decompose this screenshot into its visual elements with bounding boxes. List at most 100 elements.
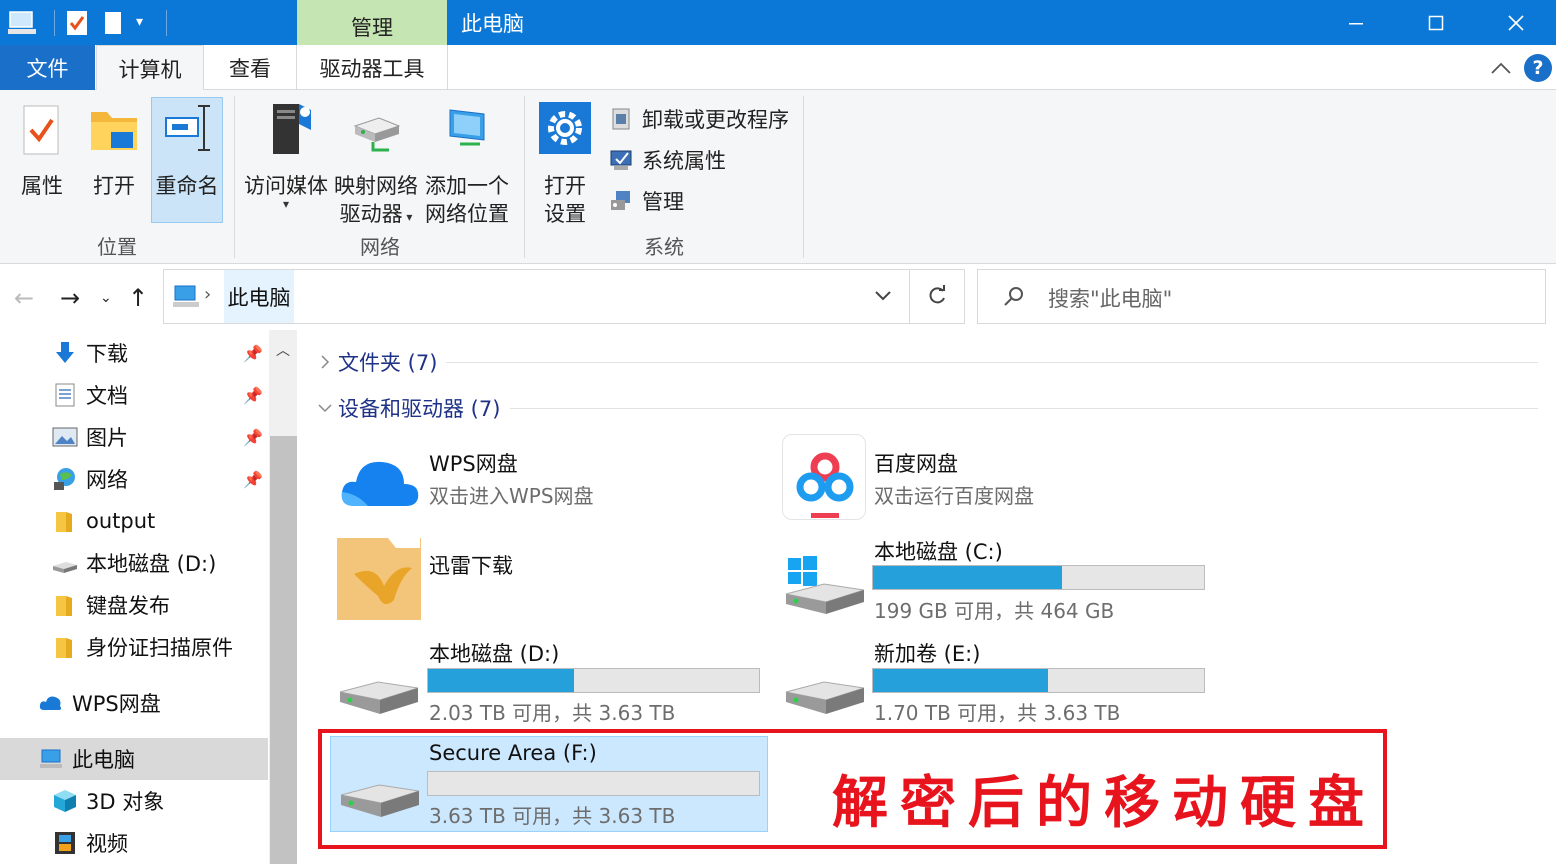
properties-check-icon[interactable] — [66, 10, 88, 36]
context-tab-label: 管理 — [351, 16, 393, 40]
tab-file[interactable]: 文件 — [0, 45, 95, 91]
hard-drive-icon — [339, 681, 419, 714]
computer-icon[interactable] — [8, 10, 38, 36]
sidebar-item-network[interactable]: 网络 📌 — [0, 458, 268, 500]
this-pc-icon — [38, 746, 64, 772]
rename-icon — [160, 96, 214, 172]
rename-button[interactable]: 重命名 — [151, 96, 223, 224]
section-divider — [510, 408, 1538, 409]
wps-cloud-icon — [341, 461, 419, 506]
baidu-netdisk-tile[interactable]: 百度网盘 双击运行百度网盘 — [776, 434, 1212, 524]
window-title: 此电脑 — [461, 12, 524, 36]
customize-toolbar-icon[interactable]: ▾ — [136, 14, 143, 30]
pin-icon[interactable]: 📌 — [243, 344, 263, 363]
search-box[interactable]: 搜索"此电脑" — [977, 269, 1546, 324]
close-button[interactable] — [1476, 0, 1556, 45]
chevron-down-icon — [318, 404, 332, 413]
tab-computer[interactable]: 计算机 — [96, 45, 204, 91]
refresh-icon[interactable] — [926, 285, 948, 307]
media-server-icon — [259, 96, 313, 172]
sidebar-item-documents[interactable]: 文档 📌 — [0, 374, 268, 416]
cloud-icon — [38, 690, 64, 716]
pin-icon[interactable]: 📌 — [243, 386, 263, 405]
help-button[interactable]: ? — [1524, 54, 1552, 82]
sidebar-item-wps-cloud[interactable]: WPS网盘 — [0, 682, 268, 724]
manage-button[interactable]: 管理 — [608, 183, 684, 219]
uninstall-program-button[interactable]: 卸载或更改程序 — [608, 101, 789, 137]
arrow-left-icon: ← — [14, 284, 35, 312]
minimize-button[interactable] — [1316, 0, 1396, 45]
sidebar-item-3d-objects[interactable]: 3D 对象 — [0, 780, 268, 822]
sidebar-item-pictures[interactable]: 图片 📌 — [0, 416, 268, 458]
search-placeholder: 搜索"此电脑" — [1048, 287, 1173, 311]
collapse-ribbon-button[interactable] — [1488, 56, 1514, 80]
tab-view[interactable]: 查看 — [204, 45, 296, 91]
windows-drive-icon — [785, 556, 865, 614]
sidebar-item-id-scans[interactable]: 身份证扫描原件 — [0, 626, 268, 668]
drive-e-usage-fill — [873, 669, 1049, 692]
document-icon — [52, 382, 78, 408]
forward-button[interactable]: → — [60, 284, 80, 312]
access-media-button[interactable]: 访问媒体 ▾ — [242, 96, 330, 224]
arrow-up-icon: ↑ — [128, 284, 149, 312]
folder-open-icon — [87, 96, 141, 172]
close-icon — [1508, 14, 1524, 31]
sidebar-item-keyboard-release[interactable]: 键盘发布 — [0, 584, 268, 626]
drive-e-tile[interactable]: 新加卷 (E:) 1.70 TB 可用，共 3.63 TB — [776, 634, 1212, 726]
settings-gear-icon — [537, 96, 593, 172]
breadcrumb-this-pc[interactable]: 此电脑 — [224, 270, 294, 323]
tab-drive-tools[interactable]: 驱动器工具 — [296, 45, 448, 91]
chevron-up-icon — [1491, 62, 1511, 74]
manage-computer-icon — [608, 188, 634, 214]
minimize-icon — [1349, 22, 1363, 24]
drive-d-usage-bar — [427, 668, 760, 693]
scroll-up-arrow-icon[interactable]: ︿ — [276, 340, 290, 360]
sidebar-scrollbar-thumb[interactable] — [270, 436, 297, 864]
wps-cloud-tile[interactable]: WPS网盘 双击进入WPS网盘 — [330, 434, 766, 524]
up-button[interactable]: ↑ — [128, 284, 148, 312]
download-arrow-icon — [52, 340, 78, 366]
ribbon-separator — [234, 96, 235, 258]
annotation-text: 解密后的移动硬盘 — [832, 771, 1376, 836]
maximize-icon — [1428, 15, 1444, 30]
chevron-down-icon[interactable] — [874, 289, 892, 303]
video-film-icon — [52, 830, 78, 856]
drive-c-usage-fill — [873, 566, 1062, 589]
baidu-netdisk-icon — [782, 434, 866, 520]
properties-button[interactable]: 属性 — [10, 96, 74, 224]
back-button[interactable]: ← — [14, 284, 34, 312]
ribbon-separator — [524, 96, 525, 258]
sidebar-item-output[interactable]: output — [0, 500, 268, 542]
add-network-location-button[interactable]: 添加一个 网络位置 — [422, 96, 512, 226]
drive-c-usage-bar — [872, 565, 1205, 590]
sidebar-item-downloads[interactable]: 下载 📌 — [0, 332, 268, 374]
hard-drive-icon — [52, 550, 78, 576]
maximize-button[interactable] — [1396, 0, 1476, 45]
new-folder-icon[interactable] — [104, 11, 122, 35]
quick-access-toolbar: ▾ — [6, 8, 176, 38]
address-bar[interactable]: › 此电脑 — [163, 269, 965, 324]
pin-icon[interactable]: 📌 — [243, 470, 263, 489]
folders-section-header[interactable]: 文件夹 (7) — [316, 347, 437, 377]
sidebar-item-local-disk-d[interactable]: 本地磁盘 (D:) — [0, 542, 268, 584]
search-icon — [1004, 287, 1023, 306]
devices-section-header[interactable]: 设备和驱动器 (7) — [316, 393, 500, 423]
drive-d-tile[interactable]: 本地磁盘 (D:) 2.03 TB 可用，共 3.63 TB — [330, 634, 766, 726]
chevron-down-icon: ⌄ — [100, 290, 112, 306]
drive-d-usage-fill — [428, 669, 574, 692]
open-settings-button[interactable]: 打开 设置 — [532, 96, 598, 226]
folder-icon — [52, 634, 78, 660]
open-button[interactable]: 打开 — [82, 96, 146, 224]
drive-c-tile[interactable]: 本地磁盘 (C:) 199 GB 可用，共 464 GB — [776, 532, 1212, 624]
uninstall-icon — [608, 106, 634, 132]
system-properties-button[interactable]: 系统属性 — [608, 142, 726, 178]
xunlei-download-tile[interactable]: 迅雷下载 — [330, 532, 766, 624]
sidebar-item-videos[interactable]: 视频 — [0, 822, 268, 864]
hard-drive-icon — [785, 681, 865, 714]
pin-icon[interactable]: 📌 — [243, 428, 263, 447]
map-network-drive-button[interactable]: 映射网络 驱动器 ▾ — [332, 96, 420, 226]
group-label-location: 位置 — [97, 235, 137, 259]
sidebar-item-this-pc[interactable]: 此电脑 — [0, 738, 268, 780]
group-label-system: 系统 — [644, 235, 684, 259]
recent-locations-button[interactable]: ⌄ — [100, 290, 112, 306]
